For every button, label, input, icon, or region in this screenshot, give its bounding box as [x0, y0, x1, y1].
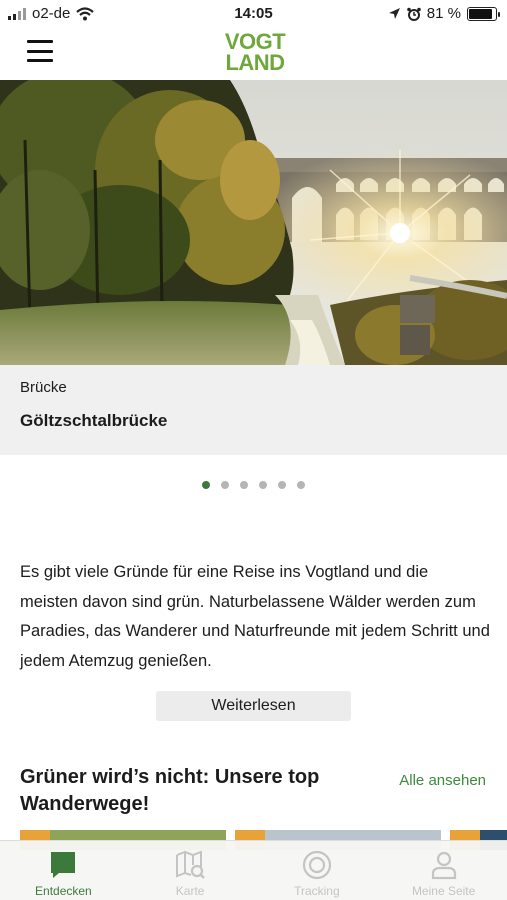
hero-image[interactable] — [0, 80, 507, 365]
location-arrow-icon — [388, 8, 400, 19]
carousel-dot[interactable] — [259, 481, 267, 489]
tab-tracking[interactable]: Tracking — [254, 841, 381, 900]
tab-label: Tracking — [294, 884, 340, 898]
bridge-photo — [0, 80, 507, 365]
carousel-dot[interactable] — [297, 481, 305, 489]
alarm-icon — [406, 7, 421, 21]
tab-entdecken[interactable]: Entdecken — [0, 841, 127, 900]
user-icon — [431, 851, 456, 880]
carousel-dot[interactable] — [221, 481, 229, 489]
hero-category: Brücke — [20, 379, 67, 396]
tab-bar: Entdecken Karte Tracking Meine Seite — [0, 840, 507, 900]
vogtland-logo[interactable]: VOGT LAND — [220, 31, 290, 74]
status-bar: o2-de 14:05 81 % — [0, 0, 507, 28]
tab-karte[interactable]: Karte — [127, 841, 254, 900]
carousel-dot[interactable] — [240, 481, 248, 489]
hero-title: Göltzschtalbrücke — [20, 411, 168, 430]
tab-label: Karte — [175, 884, 205, 898]
see-all-link[interactable]: Alle ansehen — [399, 772, 486, 789]
chat-bubble-icon — [51, 852, 76, 878]
carousel-dot[interactable] — [202, 481, 210, 489]
battery-icon — [467, 6, 500, 21]
hero-caption[interactable]: Brücke Göltzschtalbrücke — [0, 365, 507, 455]
carousel-dot[interactable] — [278, 481, 286, 489]
intro-text: Es gibt viele Gründe für eine Reise ins … — [20, 563, 490, 670]
app-header: VOGT LAND — [0, 28, 507, 80]
section-title: Grüner wird’s nicht: Unsere top Wanderwe… — [20, 766, 320, 815]
carousel-indicator[interactable] — [0, 481, 507, 489]
tab-label: Entdecken — [35, 884, 92, 898]
battery-percent: 81 % — [426, 5, 461, 22]
read-more-button[interactable]: Weiterlesen — [156, 691, 351, 721]
tab-meine-seite[interactable]: Meine Seite — [380, 841, 507, 900]
menu-icon[interactable] — [27, 40, 53, 62]
target-icon — [302, 850, 331, 880]
tab-label: Meine Seite — [411, 884, 476, 898]
map-search-icon — [176, 850, 206, 879]
